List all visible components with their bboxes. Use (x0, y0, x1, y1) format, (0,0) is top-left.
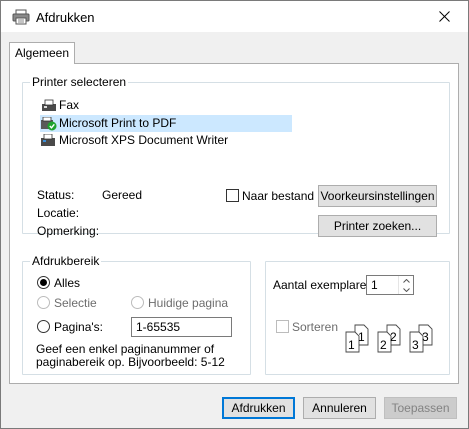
copies-label: Aantal exemplaren: (273, 278, 377, 292)
spin-down-button[interactable] (399, 285, 413, 294)
printer-label: Fax (59, 98, 80, 112)
all-pages-radio[interactable] (37, 276, 50, 289)
copies-value: 1 (371, 278, 378, 292)
collate-page-number: 3 (422, 330, 429, 344)
printer-item-microsoft-xps-document-writer[interactable]: Microsoft XPS Document Writer (40, 132, 292, 149)
printer-label: Microsoft XPS Document Writer (59, 133, 229, 147)
tab-panel-general: Printer selecteren Fax Microsoft Print t… (9, 63, 459, 384)
tab-general[interactable]: Algemeen (9, 42, 75, 64)
printer-item-fax[interactable]: Fax (40, 97, 292, 114)
print-dialog: Afdrukken Algemeen Printer selecteren Fa… (0, 0, 469, 429)
fax-icon (42, 99, 56, 111)
copies-spin-arrows (398, 276, 413, 294)
chevron-down-icon (402, 287, 410, 292)
printer-item-microsoft-print-to-pdf[interactable]: Microsoft Print to PDF (40, 115, 292, 132)
copies-stepper[interactable]: 1 (366, 275, 414, 295)
collate-checkbox[interactable] (276, 320, 289, 333)
close-button[interactable] (421, 1, 467, 32)
status-value: Gereed (102, 188, 143, 202)
print-to-file-label: Naar bestand (242, 189, 315, 203)
pdf-printer-icon (41, 116, 57, 130)
printer-icon (12, 9, 30, 25)
chevron-up-icon (402, 278, 410, 283)
page-range-help-line2: paginabereik op. Bijvoorbeeld: 5-12 (36, 355, 225, 369)
preferences-button[interactable]: Voorkeursinstellingen (318, 185, 437, 207)
close-icon (438, 11, 450, 22)
pages-radio[interactable] (37, 320, 50, 333)
page-range-help-line1: Geef een enkel paginanummer of (36, 342, 215, 356)
status-label: Status: (37, 188, 75, 202)
current-page-radio[interactable] (131, 296, 144, 309)
pages-label: Pagina's: (54, 320, 103, 334)
apply-button[interactable]: Toepassen (384, 397, 457, 419)
selection-radio[interactable] (37, 296, 50, 309)
selection-label: Selectie (54, 296, 97, 310)
title-bar: Afdrukken (1, 1, 468, 32)
printer-select-title: Printer selecteren (30, 75, 129, 89)
pages-input[interactable]: 1-65535 (131, 317, 232, 337)
all-pages-label: Alles (54, 276, 81, 290)
collate-page-number: 3 (412, 338, 419, 352)
window-title: Afdrukken (36, 10, 95, 25)
printer-label: Microsoft Print to PDF (59, 116, 177, 130)
print-to-file-checkbox[interactable] (226, 189, 239, 202)
find-printer-button[interactable]: Printer zoeken... (318, 215, 437, 237)
cancel-button[interactable]: Annuleren (303, 397, 376, 419)
comment-label: Opmerking: (37, 224, 100, 238)
location-label: Locatie: (37, 206, 80, 220)
print-button[interactable]: Afdrukken (222, 397, 295, 419)
collate-page-number: 1 (358, 330, 365, 344)
spin-up-button[interactable] (399, 276, 413, 285)
collate-page-number: 1 (348, 338, 355, 352)
collate-label: Sorteren (292, 320, 339, 334)
collate-illustration: 1 1 2 2 3 3 (345, 324, 433, 353)
current-page-label: Huidige pagina (148, 296, 229, 310)
collate-page-number: 2 (380, 338, 387, 352)
page-range-title: Afdrukbereik (30, 254, 102, 268)
printer-icon (41, 133, 55, 146)
collate-page-number: 2 (390, 330, 397, 344)
